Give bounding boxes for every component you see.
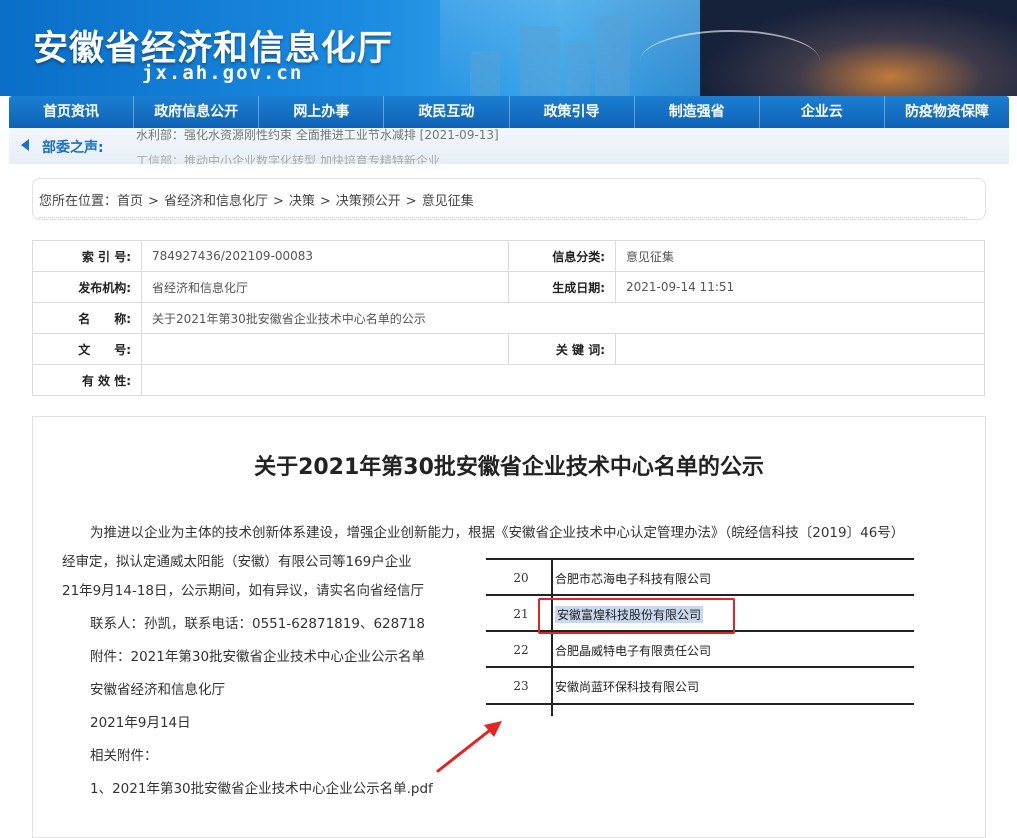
category-value: 意见征集 xyxy=(615,240,985,272)
nav-item-epidemic-supplies[interactable]: 防疫物资保障 xyxy=(885,96,1009,128)
table-row: 有 效 性: xyxy=(32,364,985,396)
attachment-pdf-link[interactable]: 1、2021年第30批安徽省企业技术中心企业公示名单.pdf xyxy=(90,777,433,797)
docno-label: 文 号: xyxy=(32,333,142,365)
breadcrumb-prefix: 您所在位置： xyxy=(39,194,118,209)
name-value: 关于2021年第30批安徽省企业技术中心名单的公示 xyxy=(141,302,985,334)
row-number: 22 xyxy=(513,643,529,657)
name-label: 名 称: xyxy=(32,302,142,334)
date-label: 生成日期: xyxy=(508,271,616,303)
related-attachments-label: 相关附件： xyxy=(90,748,158,764)
index-value: 784927436/202109-00083 xyxy=(141,240,509,272)
publisher-label: 发布机构: xyxy=(32,271,142,303)
breadcrumb-decision[interactable]: 决策 xyxy=(289,194,315,209)
nav-item-home-news[interactable]: 首页资讯 xyxy=(9,96,135,128)
category-label: 信息分类: xyxy=(508,240,616,272)
issuing-org: 安徽省经济和信息化厅 xyxy=(90,682,225,698)
keyword-value xyxy=(615,333,985,365)
article-paragraph: 21年9月14-18日，公示期间，如有异议，请实名向省经信厅 xyxy=(62,583,424,599)
row-number: 23 xyxy=(513,679,529,693)
article-title: 关于2021年第30批安徽省企业技术中心名单的公示 xyxy=(254,455,764,480)
company-name: 安徽尚蓝环保科技有限公司 xyxy=(555,680,700,694)
validity-label: 有 效 性: xyxy=(32,364,142,396)
site-domain: jx.ah.gov.cn xyxy=(142,62,304,84)
nav-item-interaction[interactable]: 政民互动 xyxy=(384,96,510,128)
ministry-voice-label: 部委之声: xyxy=(42,140,104,156)
ministry-voice-bar: 部委之声: 水利部：强化水资源刚性约束 全面推进工业节水减排 [2021-09-… xyxy=(9,128,1009,164)
contact-line: 联系人：孙凯，联系电话：0551-62871819、628718 xyxy=(90,616,425,632)
attachment-line: 附件：2021年第30批安徽省企业技术中心企业公示名单 xyxy=(90,649,426,665)
row-number: 20 xyxy=(513,571,529,585)
date-value: 2021-09-14 11:51 xyxy=(615,271,985,303)
breadcrumb: 您所在位置：首页 > 省经济和信息化厅 > 决策 > 决策预公开 > 意见征集 xyxy=(32,178,986,220)
index-label: 索 引 号: xyxy=(32,240,142,272)
docno-value xyxy=(141,333,509,365)
company-name: 合肥晶威特电子有限责任公司 xyxy=(555,644,712,658)
row-number: 21 xyxy=(513,607,529,621)
nav-item-enterprise-cloud[interactable]: 企业云 xyxy=(760,96,885,128)
annotation-arrow-icon xyxy=(436,721,502,773)
table-row: 文 号: 关 键 词: xyxy=(32,333,985,365)
main-nav: 首页资讯 政府信息公开 网上办事 政民互动 政策引导 制造强省 企业云 防疫物资… xyxy=(9,96,1009,128)
breadcrumb-opinion[interactable]: 意见征集 xyxy=(422,194,474,209)
publisher-value: 省经济和信息化厅 xyxy=(141,271,509,303)
company-list-excerpt: 20 合肥市芯海电子科技有限公司 21 安徽富煌科技股份有限公司 22 合肥晶威… xyxy=(431,540,931,740)
nav-item-online-service[interactable]: 网上办事 xyxy=(259,96,385,128)
validity-value xyxy=(141,364,985,396)
speaker-icon xyxy=(21,139,29,151)
table-row: 名 称: 关于2021年第30批安徽省企业技术中心名单的公示 xyxy=(32,302,985,334)
breadcrumb-department[interactable]: 省经济和信息化厅 xyxy=(164,194,268,209)
nav-item-gov-info[interactable]: 政府信息公开 xyxy=(134,96,260,128)
ticker-news-item[interactable]: 工信部：推动中小企业数字化转型 加快培育专精特新企业 xyxy=(136,152,440,164)
article-paragraph: 经审定，拟认定通威太阳能（安徽）有限公司等169户企业 xyxy=(62,554,412,570)
article-paragraph: 为推进以企业为主体的技术创新体系建设，增强企业创新能力，根据《安徽省企业技术中心… xyxy=(90,525,905,541)
header-banner: 安徽省经济和信息化厅 jx.ah.gov.cn xyxy=(0,0,1017,96)
ticker-news-item[interactable]: 水利部：强化水资源刚性约束 全面推进工业节水减排 [2021-09-13] xyxy=(136,128,499,143)
table-row: 发布机构: 省经济和信息化厅 生成日期: 2021-09-14 11:51 xyxy=(32,271,985,303)
table-row: 索 引 号: 784927436/202109-00083 信息分类: 意见征集 xyxy=(32,240,985,272)
breadcrumb-home[interactable]: 首页 xyxy=(117,194,143,209)
company-name: 合肥市芯海电子科技有限公司 xyxy=(555,572,712,586)
document-info-table: 索 引 号: 784927436/202109-00083 信息分类: 意见征集… xyxy=(32,240,985,396)
nav-item-policy[interactable]: 政策引导 xyxy=(510,96,635,128)
breadcrumb-decision-preview[interactable]: 决策预公开 xyxy=(336,194,401,209)
keyword-label: 关 键 词: xyxy=(508,333,616,365)
nav-item-manufacturing[interactable]: 制造强省 xyxy=(635,96,760,128)
issue-date: 2021年9月14日 xyxy=(90,715,191,731)
highlight-box xyxy=(538,598,735,634)
